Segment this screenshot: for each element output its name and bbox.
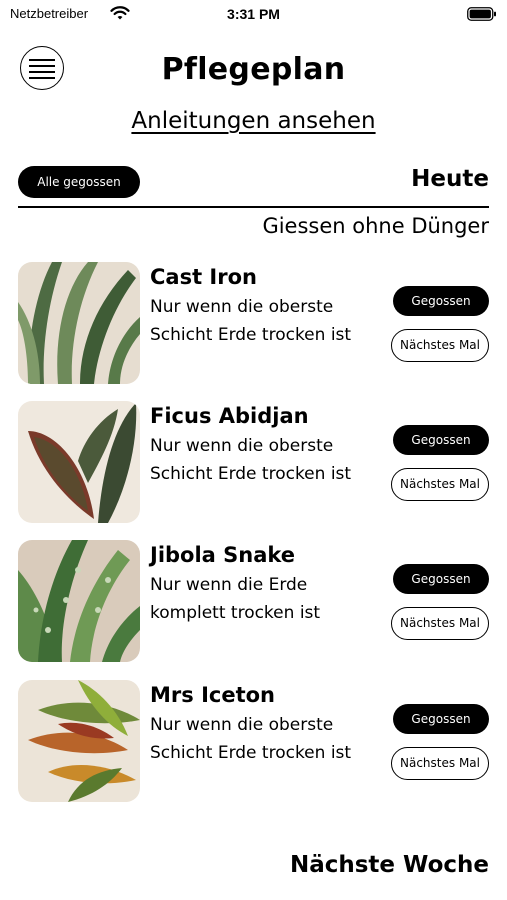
plant-care-instruction: Nur wenn die oberste [150,297,334,317]
plant-care-instruction: Nur wenn die oberste [150,436,334,456]
section-title-today: Heute [411,166,489,192]
plant-name: Cast Iron [150,265,257,289]
watered-button[interactable]: Gegossen [393,286,489,316]
next-time-button[interactable]: Nächstes Mal [391,747,489,780]
section-divider [18,206,489,208]
watering-subheading: Giessen ohne Dünger [262,214,489,238]
plant-care-instruction: Nur wenn die oberste [150,715,334,735]
next-time-button[interactable]: Nächstes Mal [391,468,489,501]
plant-photo [18,401,140,523]
plant-row-jibola-snake: Jibola Snake Nur wenn die Erde komplett … [18,540,489,662]
plant-care-instruction: Schicht Erde trocken ist [150,464,352,484]
watered-button[interactable]: Gegossen [393,704,489,734]
plant-care-instruction: Schicht Erde trocken ist [150,325,352,345]
plant-row-mrs-iceton: Mrs Iceton Nur wenn die oberste Schicht … [18,680,489,802]
watered-button[interactable]: Gegossen [393,425,489,455]
plant-photo [18,540,140,662]
plant-photo [18,680,140,802]
plant-name: Mrs Iceton [150,683,275,707]
plant-care-instruction: komplett trocken ist [150,603,321,623]
plant-name: Jibola Snake [150,543,296,567]
plant-photo [18,262,140,384]
plant-row-cast-iron: Cast Iron Nur wenn die oberste Schicht E… [18,262,489,384]
guides-link[interactable]: Anleitungen ansehen [0,108,507,134]
next-time-button[interactable]: Nächstes Mal [391,329,489,362]
plant-care-instruction: Nur wenn die Erde [150,575,308,595]
plant-name: Ficus Abidjan [150,404,309,428]
battery-icon [467,7,496,21]
page-title: Pflegeplan [161,52,346,87]
plant-row-ficus-abidjan: Ficus Abidjan Nur wenn die oberste Schic… [18,401,489,523]
status-time: 3:31 PM [227,6,280,22]
next-time-button[interactable]: Nächstes Mal [391,607,489,640]
plant-care-instruction: Schicht Erde trocken ist [150,743,352,763]
status-bar: Netzbetreiber 3:31 PM [0,0,507,30]
section-title-next-week: Nächste Woche [289,852,489,878]
watered-button[interactable]: Gegossen [393,564,489,594]
all-watered-button[interactable]: Alle gegossen [18,166,140,198]
